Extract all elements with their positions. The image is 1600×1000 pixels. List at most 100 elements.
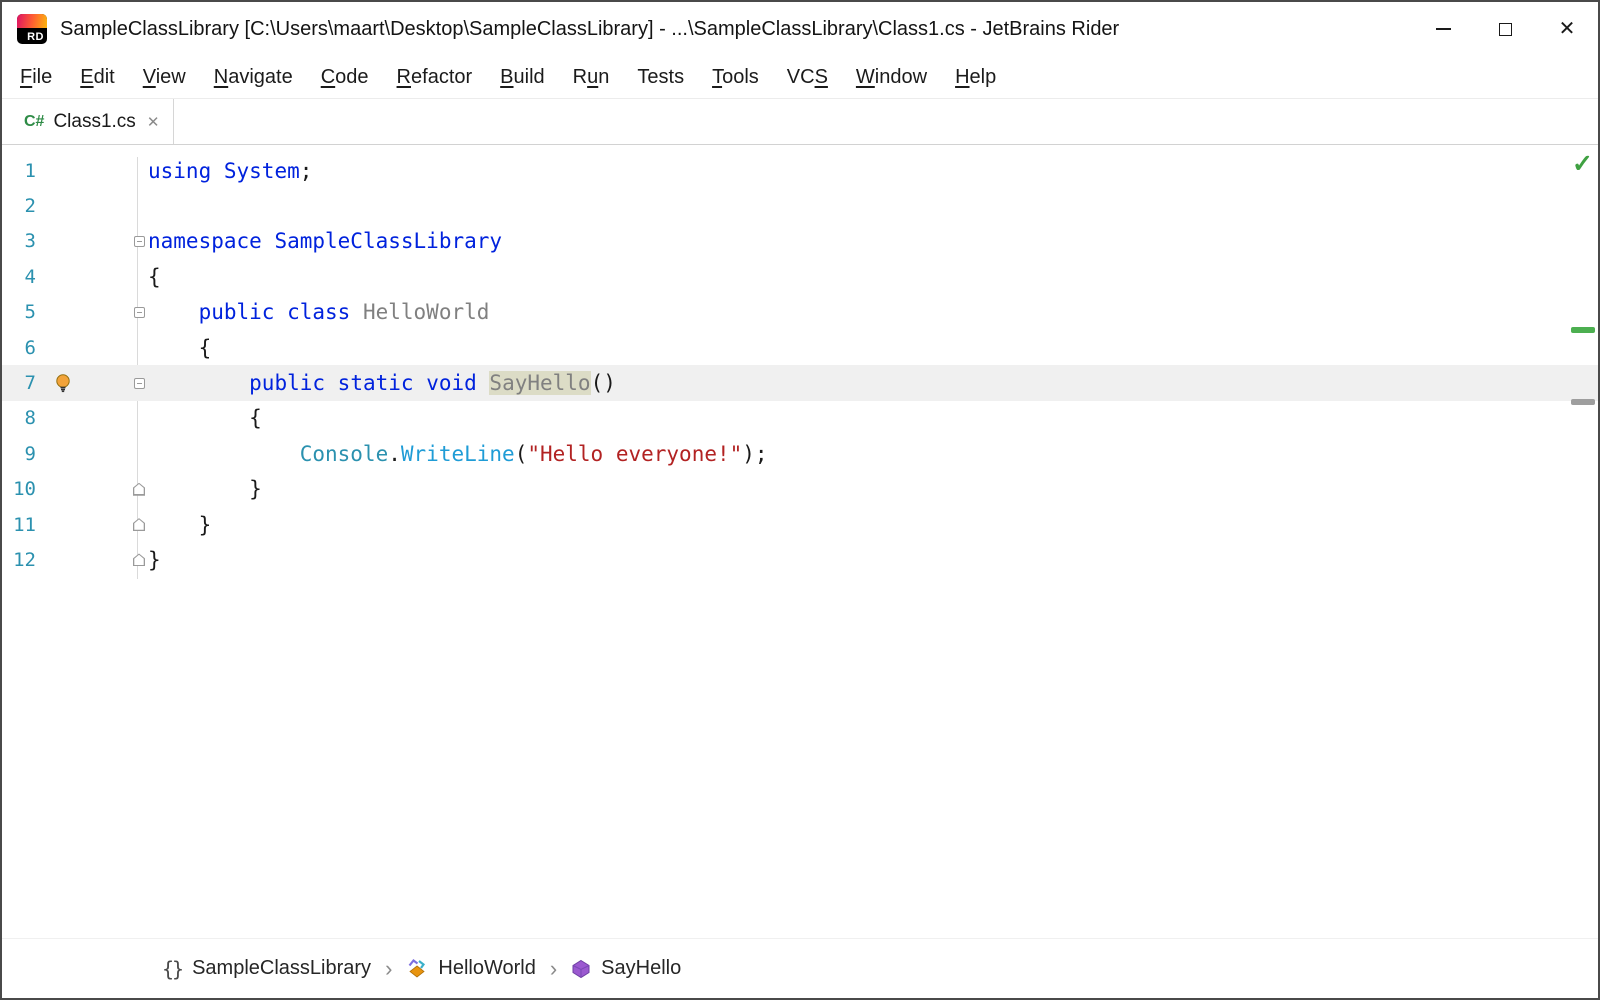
code-line-10[interactable]: 10 } [2, 472, 1598, 507]
editor-tab-strip: C# Class1.cs ✕ [2, 99, 1598, 145]
code-line-8[interactable]: 8 { [2, 401, 1598, 436]
code-text: Console.WriteLine("Hello everyone!"); [148, 442, 768, 466]
menu-run[interactable]: Run [559, 60, 624, 95]
minimize-icon [1436, 28, 1451, 30]
code-text: } [148, 477, 262, 501]
code-line-11[interactable]: 11 } [2, 507, 1598, 542]
maximize-icon [1499, 23, 1512, 36]
fold-slot [84, 259, 148, 294]
code-text: } [148, 513, 211, 537]
code-line-12[interactable]: 12} [2, 542, 1598, 577]
bulb-slot [42, 188, 84, 223]
menu-refactor[interactable]: Refactor [383, 60, 487, 95]
breadcrumb-label: SayHello [601, 957, 681, 980]
code-editor[interactable]: 1 using System; 2 3namespace SampleClassLib… [2, 145, 1598, 938]
code-text: using System; [148, 159, 312, 183]
code-line-4[interactable]: 4{ [2, 259, 1598, 294]
minimize-button[interactable] [1412, 2, 1474, 56]
breadcrumb-separator: › [550, 956, 557, 982]
line-number: 5 [2, 301, 42, 323]
menu-build[interactable]: Build [486, 60, 559, 95]
tab-close-icon[interactable]: ✕ [147, 113, 160, 131]
change-marker [1571, 399, 1595, 405]
bulb-slot [42, 330, 84, 365]
fold-end-icon[interactable] [84, 507, 148, 542]
menu-edit[interactable]: Edit [66, 60, 128, 95]
fold-start-icon[interactable] [84, 295, 148, 330]
menu-tools[interactable]: Tools [698, 60, 773, 95]
tab-class1-cs[interactable]: C# Class1.cs ✕ [10, 99, 174, 144]
line-number: 7 [2, 372, 42, 394]
bulb-slot [42, 542, 84, 577]
code-line-3[interactable]: 3namespace SampleClassLibrary [2, 224, 1598, 259]
menu-navigate[interactable]: Navigate [200, 60, 307, 95]
close-button[interactable]: ✕ [1536, 2, 1598, 56]
fold-end-icon[interactable] [84, 472, 148, 507]
menu-tests[interactable]: Tests [623, 60, 698, 95]
maximize-button[interactable] [1474, 2, 1536, 56]
code-line-1[interactable]: 1 using System; [2, 153, 1598, 188]
breadcrumb-sayhello[interactable]: SayHello [571, 957, 681, 980]
code-text: public static void SayHello() [148, 371, 616, 395]
namespace-icon: {} [162, 957, 182, 981]
class-icon [406, 958, 428, 980]
menu-help[interactable]: Help [941, 60, 1010, 95]
window-controls: ✕ [1412, 2, 1598, 56]
tab-label: Class1.cs [53, 111, 135, 133]
inspection-rail: ✓ [1568, 145, 1598, 938]
code-line-7[interactable]: 7 public static void SayHello() [2, 365, 1598, 400]
menu-bar: FileEditViewNavigateCodeRefactorBuildRun… [2, 56, 1598, 99]
bulb-slot [42, 436, 84, 471]
inspections-ok-icon[interactable]: ✓ [1572, 149, 1593, 179]
csharp-file-icon: C# [24, 113, 44, 131]
bulb-slot [42, 472, 84, 507]
code-line-9[interactable]: 9 Console.WriteLine("Hello everyone!"); [2, 436, 1598, 471]
line-number: 12 [2, 549, 42, 571]
rider-window: RD SampleClassLibrary [C:\Users\maart\De… [0, 0, 1600, 1000]
fold-slot [84, 188, 148, 223]
breadcrumb-sampleclasslibrary[interactable]: {} SampleClassLibrary [162, 957, 371, 981]
code-area: 1 using System; 2 3namespace SampleClassLib… [2, 145, 1598, 578]
bulb-slot [42, 153, 84, 188]
menu-view[interactable]: View [129, 60, 200, 95]
window-title: SampleClassLibrary [C:\Users\maart\Deskt… [60, 18, 1412, 41]
bulb-slot [42, 224, 84, 259]
menu-code[interactable]: Code [307, 60, 383, 95]
line-number: 4 [2, 266, 42, 288]
code-line-2[interactable]: 2 [2, 188, 1598, 223]
rider-logo-text: RD [27, 31, 44, 43]
bulb-slot [42, 401, 84, 436]
code-text: { [148, 406, 262, 430]
code-text: public class HelloWorld [148, 300, 489, 324]
code-line-6[interactable]: 6 { [2, 330, 1598, 365]
fold-slot [84, 436, 148, 471]
bulb-slot [42, 295, 84, 330]
code-line-5[interactable]: 5 public class HelloWorld [2, 295, 1598, 330]
fold-slot [84, 330, 148, 365]
breadcrumb-label: HelloWorld [438, 957, 535, 980]
breadcrumb-label: SampleClassLibrary [192, 957, 371, 980]
line-number: 9 [2, 443, 42, 465]
breadcrumb: {} SampleClassLibrary › HelloWorld › SayHello [2, 938, 1598, 998]
method-icon [571, 959, 591, 979]
line-number: 6 [2, 337, 42, 359]
line-number: 2 [2, 195, 42, 217]
breadcrumb-helloworld[interactable]: HelloWorld [406, 957, 535, 980]
menu-window[interactable]: Window [842, 60, 941, 95]
fold-start-icon[interactable] [84, 365, 148, 400]
line-number: 1 [2, 160, 42, 182]
menu-file[interactable]: File [6, 60, 66, 95]
fold-end-icon[interactable] [84, 542, 148, 577]
code-text: namespace SampleClassLibrary [148, 229, 502, 253]
fold-slot [84, 153, 148, 188]
fold-start-icon[interactable] [84, 224, 148, 259]
breadcrumb-separator: › [385, 956, 392, 982]
rider-logo-icon: RD [17, 14, 47, 44]
quick-fix-bulb-icon[interactable] [42, 365, 84, 400]
line-number: 8 [2, 407, 42, 429]
menu-vcs[interactable]: VCS [773, 60, 842, 95]
bulb-slot [42, 259, 84, 294]
code-text: } [148, 548, 161, 572]
close-icon: ✕ [1559, 19, 1576, 39]
code-text: { [148, 265, 161, 289]
